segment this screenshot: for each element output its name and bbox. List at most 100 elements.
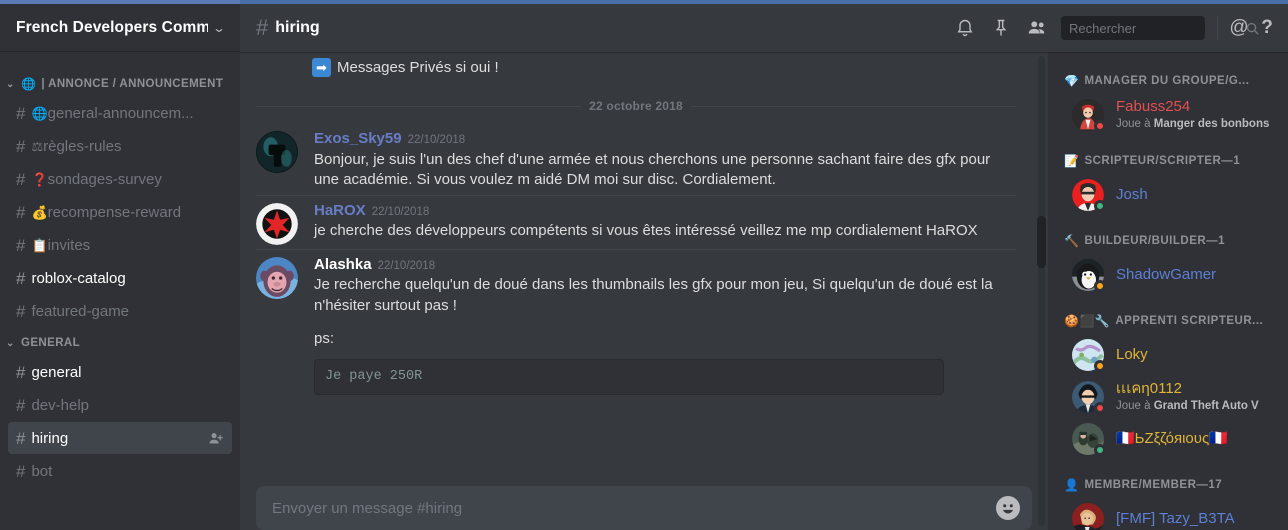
- avatar[interactable]: [1072, 339, 1106, 372]
- member-list: 💎 MANAGER DU GROUPE/G... Fabuss254 Joue à M…: [1048, 52, 1288, 530]
- scrollbar-track: [1038, 56, 1045, 526]
- sidebar-item-r-gles-rules[interactable]: # ⚖règles-rules: [8, 130, 232, 162]
- message-input-placeholder[interactable]: Envoyer un message #hiring: [272, 500, 996, 517]
- channel-name: hiring: [31, 429, 69, 447]
- status-indicator-online: [1094, 200, 1106, 212]
- divider-line: [256, 105, 582, 107]
- messages-wrap: ➡ Messages Privés si oui ! 22 octobre 2018…: [240, 52, 1048, 530]
- message-timestamp: 22/10/2018: [407, 134, 466, 146]
- messages-scrollbar[interactable]: [1036, 56, 1046, 526]
- hash-icon: #: [16, 235, 26, 255]
- member-info: Loky: [1116, 346, 1272, 364]
- avatar[interactable]: [256, 256, 298, 299]
- channel-name: dev-help: [31, 396, 90, 414]
- avatar[interactable]: [1072, 503, 1104, 530]
- role-emoji-icon: 🍪⬛🔧: [1064, 314, 1111, 328]
- sidebar-item-dev-help[interactable]: # dev-help: [8, 389, 232, 421]
- member-info: [FMF] Tazy_B3TA: [1116, 510, 1272, 528]
- emoji-icon[interactable]: [996, 496, 1020, 520]
- member-info: Fabuss254 Joue à Manger des bonbons: [1116, 98, 1272, 131]
- add-member-icon[interactable]: [207, 430, 224, 447]
- message-timestamp: 22/10/2018: [377, 259, 436, 272]
- member-list-item[interactable]: Josh: [1056, 174, 1280, 216]
- sidebar-item-recompense-reward[interactable]: # 💰recompense-reward: [8, 196, 232, 228]
- sidebar-item-featured-game[interactable]: # featured-game: [8, 295, 232, 327]
- search-box[interactable]: [1061, 16, 1259, 40]
- member-name: ShadowGamer: [1116, 266, 1217, 283]
- role-emoji-icon: 👤: [1064, 478, 1080, 492]
- member-name: Josh: [1116, 186, 1148, 203]
- main-area: # hiring Rechercher @ ? ➡ Messages Privé…: [240, 4, 1288, 530]
- status-indicator-idle: [1094, 280, 1106, 292]
- chevron-down-icon: ⌄: [6, 78, 15, 90]
- hash-icon: #: [16, 103, 26, 123]
- member-list-item[interactable]: 🇫🇷ЬΖξζόяιους🇫🇷: [1056, 418, 1280, 460]
- sidebar-item-roblox-catalog[interactable]: # roblox-catalog: [8, 262, 232, 294]
- sidebar-item-hiring[interactable]: # hiring: [8, 422, 232, 454]
- channel-name: ❓sondages-survey: [31, 170, 162, 188]
- help-icon[interactable]: ?: [1254, 17, 1280, 39]
- chevron-down-icon: ⌄: [6, 337, 15, 349]
- member-group-label: MEMBRE/MEMBER—17: [1084, 479, 1223, 491]
- member-list-item[interactable]: เเเคη0112 Joue à Grand Theft Auto V: [1056, 376, 1280, 418]
- sidebar-item-general-announcem-[interactable]: # 🌐general-announcem...: [8, 97, 232, 129]
- message-input-box[interactable]: Envoyer un message #hiring: [256, 486, 1032, 530]
- avatar[interactable]: [1072, 99, 1106, 132]
- avatar[interactable]: [1072, 423, 1106, 456]
- mentions-icon[interactable]: @: [1224, 17, 1254, 39]
- pin-icon[interactable]: [983, 10, 1019, 46]
- message-timestamp: 22/10/2018: [371, 205, 430, 218]
- message-codeblock: Je paye 250R: [314, 359, 944, 395]
- channel-category-header[interactable]: ⌄ GENERAL: [0, 331, 240, 355]
- guild-header[interactable]: French Developers Comm... ⌄: [0, 4, 240, 52]
- member-list-item[interactable]: Fabuss254 Joue à Manger des bonbons: [1056, 94, 1280, 136]
- member-activity: Joue à Manger des bonbons: [1116, 118, 1270, 131]
- members-icon[interactable]: [1019, 10, 1055, 46]
- status-indicator-dnd: [1094, 402, 1106, 414]
- hash-icon: #: [16, 202, 26, 222]
- message-author[interactable]: HaROX: [314, 201, 366, 221]
- composer: Envoyer un message #hiring: [240, 486, 1048, 530]
- avatar[interactable]: [1072, 381, 1106, 414]
- message-list: ➡ Messages Privés si oui ! 22 octobre 2018…: [240, 52, 1048, 486]
- member-activity: Joue à Grand Theft Auto V: [1116, 400, 1259, 413]
- message-author[interactable]: Exos_Sky59: [314, 129, 402, 149]
- channel-header: # hiring Rechercher @ ?: [240, 4, 1288, 52]
- hash-icon: #: [16, 136, 26, 156]
- bell-icon[interactable]: [947, 10, 983, 46]
- category-emoji-icon: 🌐: [21, 77, 37, 91]
- channel-name: featured-game: [31, 302, 130, 320]
- sidebar-item-bot[interactable]: # bot: [8, 455, 232, 487]
- member-list-item[interactable]: [FMF] Tazy_B3TA: [1056, 498, 1280, 530]
- member-group-header: 👤 MEMBRE/MEMBER—17: [1048, 472, 1288, 498]
- hash-icon: #: [16, 268, 26, 288]
- channel-name: roblox-catalog: [31, 269, 126, 287]
- channel-name: ⚖règles-rules: [31, 137, 122, 155]
- avatar[interactable]: [1072, 179, 1106, 212]
- member-list-item[interactable]: ShadowGamer: [1056, 254, 1280, 296]
- category-label: | ANNONCE / ANNOUNCEMENT: [41, 78, 224, 90]
- avatar[interactable]: [1072, 259, 1106, 292]
- channel-list: ⌄ 🌐 | ANNONCE / ANNOUNCEMENT # 🌐general-anno…: [0, 52, 240, 530]
- channel-name: 🌐general-announcem...: [31, 104, 194, 122]
- hash-icon: #: [16, 395, 26, 415]
- avatar[interactable]: [256, 131, 298, 173]
- message-author[interactable]: Alashka: [314, 255, 372, 275]
- role-emoji-icon: 🔨: [1064, 234, 1080, 248]
- channel-category-header[interactable]: ⌄ 🌐 | ANNONCE / ANNOUNCEMENT: [0, 72, 240, 96]
- message-text: Bonjour, je suis l'un des chef d'une arm…: [314, 150, 995, 189]
- scrollbar-thumb[interactable]: [1037, 216, 1046, 268]
- hash-icon: #: [16, 301, 26, 321]
- sidebar-item-sondages-survey[interactable]: # ❓sondages-survey: [8, 163, 232, 195]
- member-name: Loky: [1116, 346, 1148, 363]
- search-input[interactable]: [1069, 20, 1245, 36]
- chevron-down-icon: ⌄: [212, 20, 226, 35]
- message-body: Alashka 22/10/2018 Je recherche quelqu'un …: [314, 255, 1016, 395]
- arrow-right-emoji-icon: ➡: [312, 58, 331, 77]
- sidebar-item-invites[interactable]: # 📋invites: [8, 229, 232, 261]
- member-list-item[interactable]: Loky: [1056, 334, 1280, 376]
- sidebar-item-general[interactable]: # general: [8, 356, 232, 388]
- role-emoji-icon: 💎: [1064, 74, 1080, 88]
- date-divider: 22 octobre 2018: [256, 99, 1016, 113]
- avatar[interactable]: [256, 202, 298, 245]
